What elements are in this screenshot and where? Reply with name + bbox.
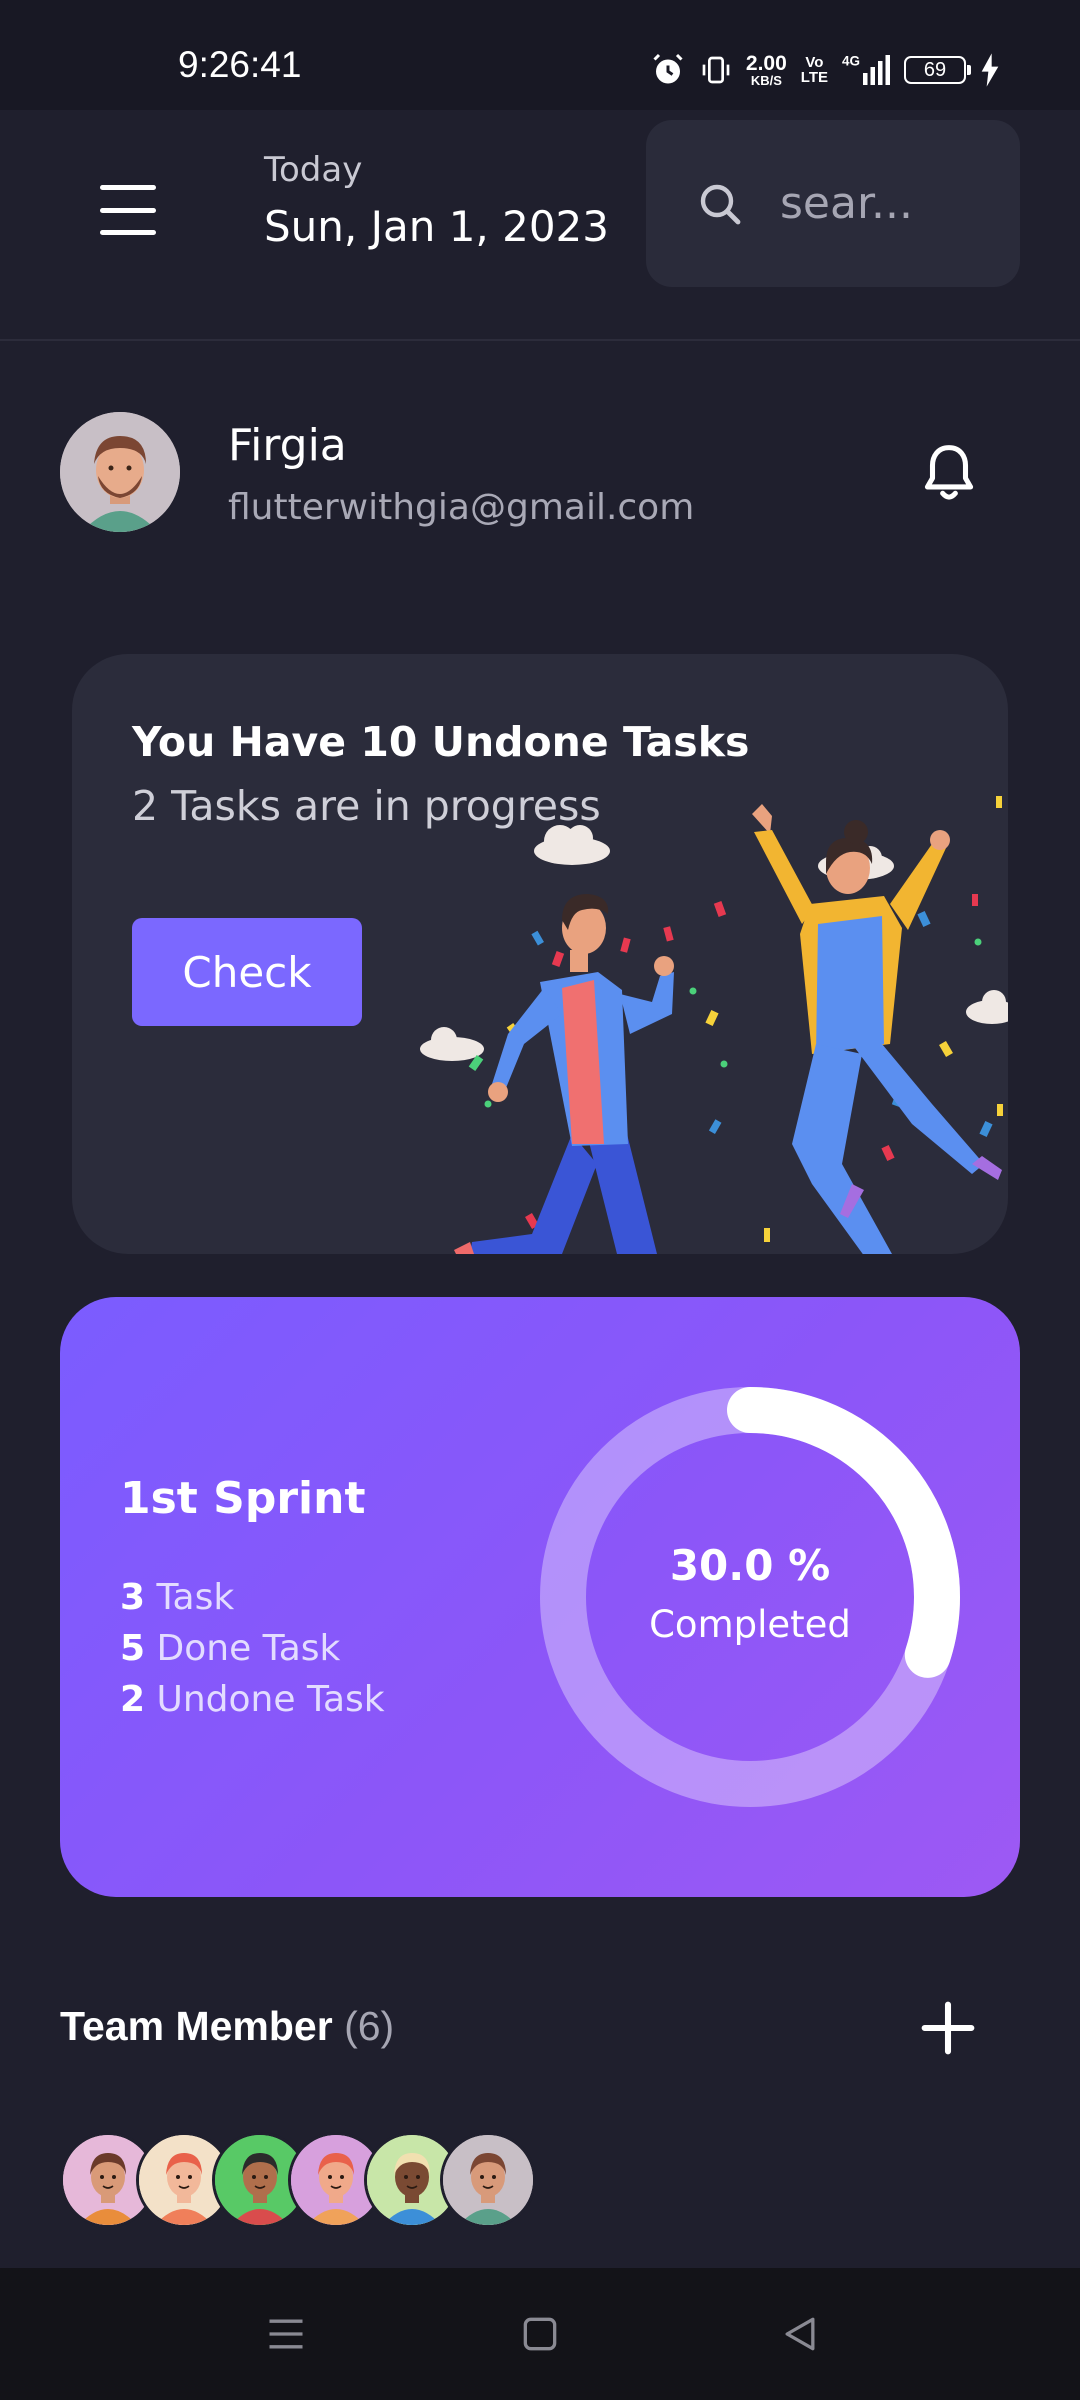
sprint-undone-count: 2 Undone Task [120, 1679, 385, 1720]
recent-apps-icon[interactable] [264, 2312, 308, 2356]
celebration-illustration [420, 796, 1008, 1254]
completion-percent: 30.0 % [669, 1541, 831, 1590]
vibrate-icon [700, 52, 732, 88]
home-icon[interactable] [518, 2312, 562, 2356]
bell-icon[interactable] [918, 440, 980, 506]
status-bar: 9:26:41 2.00 KB/S Vo LTE 4G 69 [0, 0, 1080, 110]
status-icons: 2.00 KB/S Vo LTE 4G 69 [650, 48, 1000, 92]
search-input[interactable] [780, 178, 920, 229]
team-member-title: Team Member [60, 2003, 333, 2049]
hamburger-menu-icon[interactable] [100, 185, 160, 235]
sprint-done-label: Done Task [145, 1628, 341, 1669]
sprint-card: 1st Sprint 3 Task 5 Done Task 2 Undone T… [60, 1297, 1020, 1897]
plus-icon[interactable] [920, 2000, 976, 2056]
signal-icon: 4G [842, 52, 890, 88]
sprint-task-label: Task [145, 1577, 235, 1618]
today-label: Today [264, 150, 363, 190]
user-email: flutterwithgia@gmail.com [228, 487, 695, 528]
search-box[interactable] [646, 120, 1020, 287]
app-header: Today Sun, Jan 1, 2023 [0, 110, 1080, 341]
sprint-task-count: 3 Task [120, 1577, 234, 1618]
volte-indicator: Vo LTE [801, 55, 828, 85]
volte-top: Vo [805, 54, 824, 71]
user-name: Firgia [228, 420, 347, 471]
sprint-task-number: 3 [120, 1577, 146, 1618]
speed-value: 2.00 [745, 52, 787, 75]
check-button[interactable]: Check [132, 918, 362, 1026]
alarm-icon [650, 52, 686, 88]
progress-ring [540, 1387, 960, 1807]
team-member-heading: Team Member (6) [60, 2003, 394, 2050]
network-type: 4G [842, 54, 860, 69]
user-avatar[interactable] [60, 412, 180, 532]
volte-bottom: LTE [800, 69, 828, 86]
charging-icon [980, 53, 1000, 87]
team-member-avatar[interactable] [440, 2132, 536, 2228]
search-icon [700, 184, 741, 224]
team-member-count: (6) [344, 2003, 395, 2049]
sprint-done-count: 5 Done Task [120, 1628, 340, 1669]
current-date: Sun, Jan 1, 2023 [264, 202, 610, 251]
system-nav-bar [0, 2268, 1080, 2400]
sprint-done-number: 5 [120, 1628, 146, 1669]
back-icon[interactable] [778, 2312, 822, 2356]
sprint-undone-number: 2 [120, 1679, 146, 1720]
network-speed: 2.00 KB/S [746, 53, 787, 87]
status-time: 9:26:41 [178, 44, 302, 85]
speed-unit: KB/S [750, 73, 782, 88]
battery-indicator: 69 [904, 56, 971, 84]
undone-tasks-card: You Have 10 Undone Tasks 2 Tasks are in … [72, 654, 1008, 1254]
completed-label: Completed [649, 1603, 851, 1646]
sprint-title: 1st Sprint [120, 1473, 366, 1524]
sprint-undone-label: Undone Task [145, 1679, 385, 1720]
battery-level: 69 [923, 58, 947, 81]
